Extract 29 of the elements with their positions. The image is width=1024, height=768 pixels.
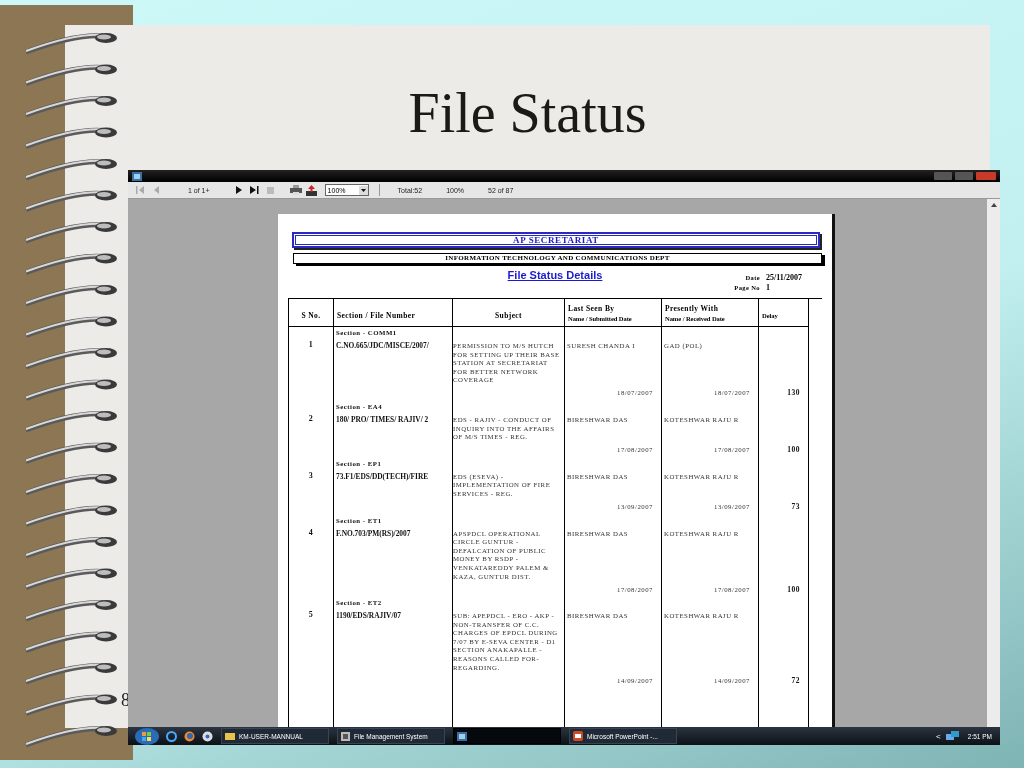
globe-icon[interactable] bbox=[184, 730, 195, 742]
presentation-icon bbox=[573, 731, 583, 741]
scrollbar[interactable] bbox=[987, 199, 1000, 727]
dropdown-arrow-icon bbox=[358, 185, 368, 195]
next-page-icon[interactable] bbox=[235, 186, 242, 194]
page-number: 1 bbox=[766, 283, 771, 293]
export-icon[interactable] bbox=[305, 184, 317, 196]
last-page-icon[interactable] bbox=[249, 186, 259, 194]
disc-icon[interactable] bbox=[202, 730, 213, 742]
table-cell-text: 2 bbox=[307, 414, 315, 424]
table-cell-text: 3 bbox=[307, 471, 315, 481]
window-icon bbox=[341, 731, 350, 741]
table-cell-text: 1 bbox=[307, 341, 315, 350]
start-button[interactable] bbox=[135, 727, 159, 745]
taskbar-button[interactable] bbox=[453, 728, 561, 744]
scroll-up-icon[interactable] bbox=[990, 203, 997, 207]
app-icon bbox=[132, 171, 142, 181]
folder-icon bbox=[225, 732, 235, 740]
printer-icon[interactable] bbox=[289, 185, 302, 195]
report-heading: AP SECRETARIAT bbox=[292, 232, 820, 248]
browser-icon[interactable] bbox=[166, 730, 177, 742]
app-icon bbox=[457, 731, 467, 741]
network-icon[interactable] bbox=[945, 731, 959, 741]
slide-title: File Status bbox=[408, 81, 647, 145]
report-date: 25/11/2007 bbox=[766, 273, 803, 283]
report-title: File Status Details bbox=[507, 269, 603, 283]
table-cell-text: 5 bbox=[307, 611, 315, 620]
tray-expand-button[interactable]: < bbox=[936, 731, 941, 741]
table-cell-text: 4 bbox=[307, 528, 315, 538]
